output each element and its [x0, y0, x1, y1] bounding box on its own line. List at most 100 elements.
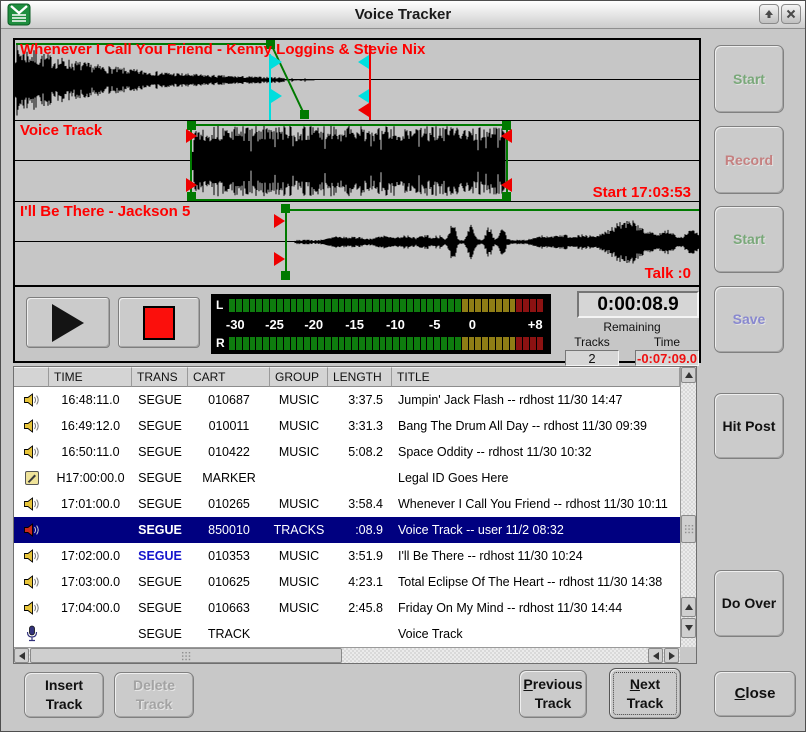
- cell-trans: SEGUE: [132, 387, 188, 413]
- table-row[interactable]: 16:48:11.0SEGUE010687MUSIC3:37.5Jumpin' …: [14, 387, 680, 413]
- delete-track-button[interactable]: DeleteTrack: [114, 672, 194, 718]
- previous-track-button[interactable]: PreviousTrack: [519, 670, 587, 718]
- cell-title: Voice Track: [392, 621, 463, 647]
- remaining-tracks-value: 2: [565, 350, 619, 366]
- shade-window-icon[interactable]: [759, 4, 779, 24]
- cell-cart: 010353: [188, 543, 270, 569]
- scroll-up2-icon[interactable]: [681, 597, 696, 617]
- cell-length: 5:08.2: [328, 439, 392, 465]
- next-song-start-marker[interactable]: [274, 204, 699, 280]
- cell-cart: 010011: [188, 413, 270, 439]
- cell-cart: 010687: [188, 387, 270, 413]
- close-window-icon[interactable]: [781, 4, 801, 24]
- remaining-label: Remaining: [565, 320, 699, 334]
- header-group: GROUP: [270, 367, 328, 387]
- stop-icon: [143, 306, 175, 340]
- meter-right-label: R: [216, 337, 229, 350]
- talk-time-label: Talk :0: [645, 265, 691, 282]
- speaker-icon: [14, 491, 49, 517]
- voice-track-rubber-band[interactable]: [187, 121, 511, 201]
- cell-time: [49, 621, 132, 647]
- horizontal-scrollbar[interactable]: [14, 647, 681, 663]
- track-next-song[interactable]: I'll Be There - Jackson 5 Talk :0: [15, 202, 699, 282]
- table-row[interactable]: 16:50:11.0SEGUE010422MUSIC5:08.2Space Od…: [14, 439, 680, 465]
- table-row[interactable]: H17:00:00.0SEGUEMARKERLegal ID Goes Here: [14, 465, 680, 491]
- table-row[interactable]: SEGUETRACKVoice Track: [14, 621, 680, 647]
- cell-title: Space Oddity -- rdhost 11/30 10:32: [392, 439, 592, 465]
- cell-trans: SEGUE: [132, 465, 188, 491]
- speaker-icon: [14, 387, 49, 413]
- table-row[interactable]: 16:49:12.0SEGUE010011MUSIC3:31.3Bang The…: [14, 413, 680, 439]
- voice-tracker-window: Voice Tracker: [0, 0, 806, 732]
- cell-trans: SEGUE: [132, 569, 188, 595]
- save-button[interactable]: Save: [714, 286, 784, 353]
- speaker-red-icon: [14, 517, 49, 543]
- cell-time: 16:50:11.0: [49, 439, 132, 465]
- table-row[interactable]: 17:01:00.0SEGUE010265MUSIC3:58.4Whenever…: [14, 491, 680, 517]
- transport-panel: L -30-25-20-15-10-50+8 R 0:00:08.9 Remai…: [13, 285, 701, 363]
- cell-trans: SEGUE: [132, 595, 188, 621]
- track-previous-song[interactable]: Whenever I Call You Friend - Kenny Loggi…: [15, 40, 699, 121]
- cell-time: 17:03:00.0: [49, 569, 132, 595]
- next-track-button[interactable]: NextTrack: [609, 668, 681, 719]
- vertical-scroll-thumb[interactable]: [681, 515, 696, 543]
- track-voice-track[interactable]: Voice Track Start 17:03:53: [15, 121, 699, 202]
- header-time: TIME: [49, 367, 132, 387]
- meter-left-label: L: [216, 299, 229, 312]
- horizontal-scroll-thumb[interactable]: [30, 648, 342, 663]
- cell-group: [270, 621, 328, 647]
- scroll-down-icon[interactable]: [681, 618, 696, 638]
- scrollbar-corner: [680, 647, 696, 663]
- meter-right-segments: [229, 337, 543, 350]
- header-cart: CART: [188, 367, 270, 387]
- header-length: LENGTH: [328, 367, 392, 387]
- scroll-up-icon[interactable]: [681, 367, 696, 383]
- start-button-track1[interactable]: Start: [714, 45, 784, 113]
- table-row[interactable]: 17:04:00.0SEGUE010663MUSIC2:45.8Friday O…: [14, 595, 680, 621]
- cell-title: Total Eclipse Of The Heart -- rdhost 11/…: [392, 569, 662, 595]
- titlebar[interactable]: Voice Tracker: [1, 1, 805, 29]
- meter-scale: -30-25-20-15-10-50+8: [229, 317, 543, 332]
- start-time-label: Start 17:03:53: [593, 184, 691, 201]
- remaining-panel: Remaining Tracks 2 Time -0:07:09.0: [565, 320, 699, 366]
- stop-button[interactable]: [118, 297, 200, 348]
- cell-group: MUSIC: [270, 491, 328, 517]
- table-row[interactable]: 17:03:00.0SEGUE010625MUSIC4:23.1Total Ec…: [14, 569, 680, 595]
- scroll-left2-icon[interactable]: [648, 648, 663, 663]
- cell-cart: 010663: [188, 595, 270, 621]
- speaker-icon: [14, 413, 49, 439]
- cell-time: [49, 517, 132, 543]
- speaker-icon: [14, 543, 49, 569]
- voice-track-edge-markers[interactable]: [186, 129, 512, 192]
- remaining-time-label: Time: [654, 335, 680, 349]
- cell-trans: SEGUE: [132, 543, 188, 569]
- start-button-track2[interactable]: Start: [714, 206, 784, 273]
- cell-title: I'll Be There -- rdhost 11/30 10:24: [392, 543, 583, 569]
- mic-icon: [14, 621, 49, 647]
- cell-group: MUSIC: [270, 439, 328, 465]
- scroll-left-icon[interactable]: [14, 648, 29, 663]
- table-row[interactable]: SEGUE850010TRACKS:08.9Voice Track -- use…: [14, 517, 680, 543]
- cell-cart: 010625: [188, 569, 270, 595]
- scroll-right-icon[interactable]: [664, 648, 679, 663]
- play-button[interactable]: [26, 297, 110, 348]
- close-button[interactable]: Close: [714, 671, 796, 717]
- cell-group: MUSIC: [270, 387, 328, 413]
- hit-post-button[interactable]: Hit Post: [714, 393, 784, 459]
- cell-length: :08.9: [328, 517, 392, 543]
- cell-cart: 010422: [188, 439, 270, 465]
- do-over-button[interactable]: Do Over: [714, 570, 784, 637]
- audio-meter: L -30-25-20-15-10-50+8 R: [211, 294, 551, 354]
- meter-left-segments: [229, 299, 543, 312]
- insert-track-button[interactable]: InsertTrack: [24, 672, 104, 718]
- vertical-scrollbar[interactable]: [680, 367, 696, 648]
- record-button[interactable]: Record: [714, 126, 784, 194]
- marker-icon: [14, 465, 49, 491]
- elapsed-time-display: 0:00:08.9: [577, 291, 699, 318]
- speaker-icon: [14, 595, 49, 621]
- cell-title: Voice Track -- user 11/2 08:32: [392, 517, 564, 543]
- remaining-time-value: -0:07:09.0: [635, 350, 699, 366]
- track-title: Whenever I Call You Friend - Kenny Loggi…: [20, 41, 425, 58]
- cell-group: MUSIC: [270, 543, 328, 569]
- table-row[interactable]: 17:02:00.0SEGUE010353MUSIC3:51.9I'll Be …: [14, 543, 680, 569]
